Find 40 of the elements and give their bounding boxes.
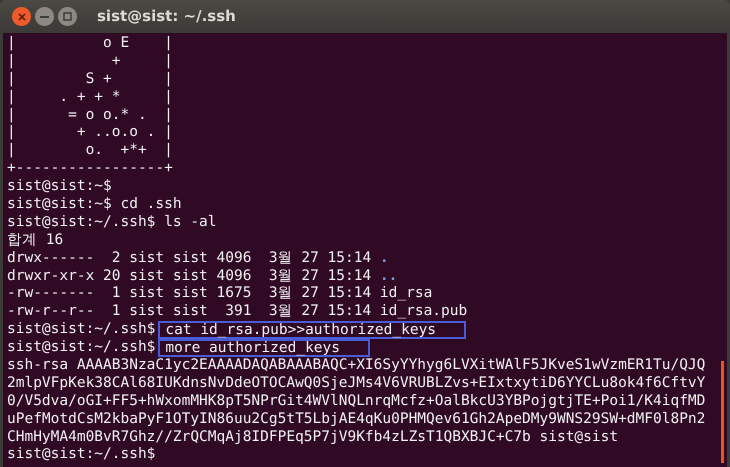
file-name: ..: [380, 268, 398, 286]
terminal-line: uPefMotdCsM2kbaPyF1OTyIN86uu2Cg5tT5LbjAE4qKu0PHMQev61Gh2ApeDMy9WNS29SW+dMF0l8Pn2: [7, 410, 706, 427]
shell-prompt: sist@sist:~/.ssh$: [7, 321, 156, 340]
terminal-line: ssh-rsa AAAAB3NzaC1yc2EAAAADAQABAAABAQC+XI6SyYYhyg6LVXitWAlF5JKveS1wVzmER1Tu/QJQ: [7, 357, 706, 374]
minimize-icon: [40, 16, 49, 18]
terminal-line: | o E |: [7, 35, 173, 51]
file-info: drwxr-xr-x 20 sist sist 4096 3월 27 15:14: [7, 268, 372, 286]
terminal-line: | S + |: [7, 70, 173, 87]
terminal-line: | + |: [7, 52, 173, 69]
terminal-line: | o. +*+ |: [7, 142, 173, 158]
terminal-line: 0/V5dva/oGI+FF5+hWxomMHK8pT5NPrGit4WVlNQLnrqMcfz+OalBkcU3YBPojgtjTE+Poi1/K4iqfMD: [7, 392, 706, 409]
terminal-line: 2mlpVFpKek38CAl68IUKdnsNvDdeOTOCAwQ0SjeJMs4V6VRUBLZvs+EIxtxytiD6YYCLu8ok4f6CftvY: [7, 374, 706, 391]
scrollbar[interactable]: [721, 361, 724, 463]
shell-prompt: sist@sist:~/.ssh$: [7, 214, 156, 232]
shell-prompt: sist@sist:~$: [7, 196, 112, 214]
terminal-line: 합계 16: [7, 232, 64, 248]
shell-prompt: sist@sist:~/.ssh$: [7, 446, 156, 464]
terminal-line: | + ..o.o . |: [7, 124, 173, 140]
file-info: drwx------ 2 sist sist 4096 3월 27 15:14: [7, 250, 372, 268]
terminal-line: +-----------------+: [7, 160, 173, 176]
file-info: -rw------- 1 sist sist 1675 3월 27 15:14: [7, 285, 372, 304]
file-name: id_rsa: [380, 285, 432, 304]
command-text: cd .ssh: [120, 196, 182, 214]
command-text: more authorized_keys: [158, 339, 370, 358]
shell-prompt: sist@sist:~/.ssh$: [7, 339, 156, 358]
file-info: -rw-r--r-- 1 sist sist 391 3월 27 15:14: [7, 303, 372, 322]
maximize-button[interactable]: [58, 7, 77, 26]
shell-prompt: sist@sist:~$: [7, 178, 112, 196]
terminal-line: | = o o.* . |: [7, 106, 173, 123]
minimize-button[interactable]: [35, 7, 54, 26]
terminal-line: CHmHyMA4m0BvR7Ghz//ZrQCMqAj8IDFPEq5P7jV9Kfb4zLZsT1QBXBJC+C7b sist@sist: [7, 428, 618, 445]
file-name: id_rsa.pub: [380, 303, 468, 322]
command-text: ls -al: [164, 214, 217, 232]
terminal-line: | . + + * |: [7, 88, 173, 105]
command-text: cat id_rsa.pub>>authorized_keys: [158, 321, 466, 340]
file-name: .: [380, 250, 389, 268]
window-title: sist@sist: ~/.ssh: [97, 6, 236, 28]
close-button[interactable]: [12, 7, 31, 26]
close-icon: [18, 12, 26, 20]
maximize-icon: [63, 12, 72, 21]
